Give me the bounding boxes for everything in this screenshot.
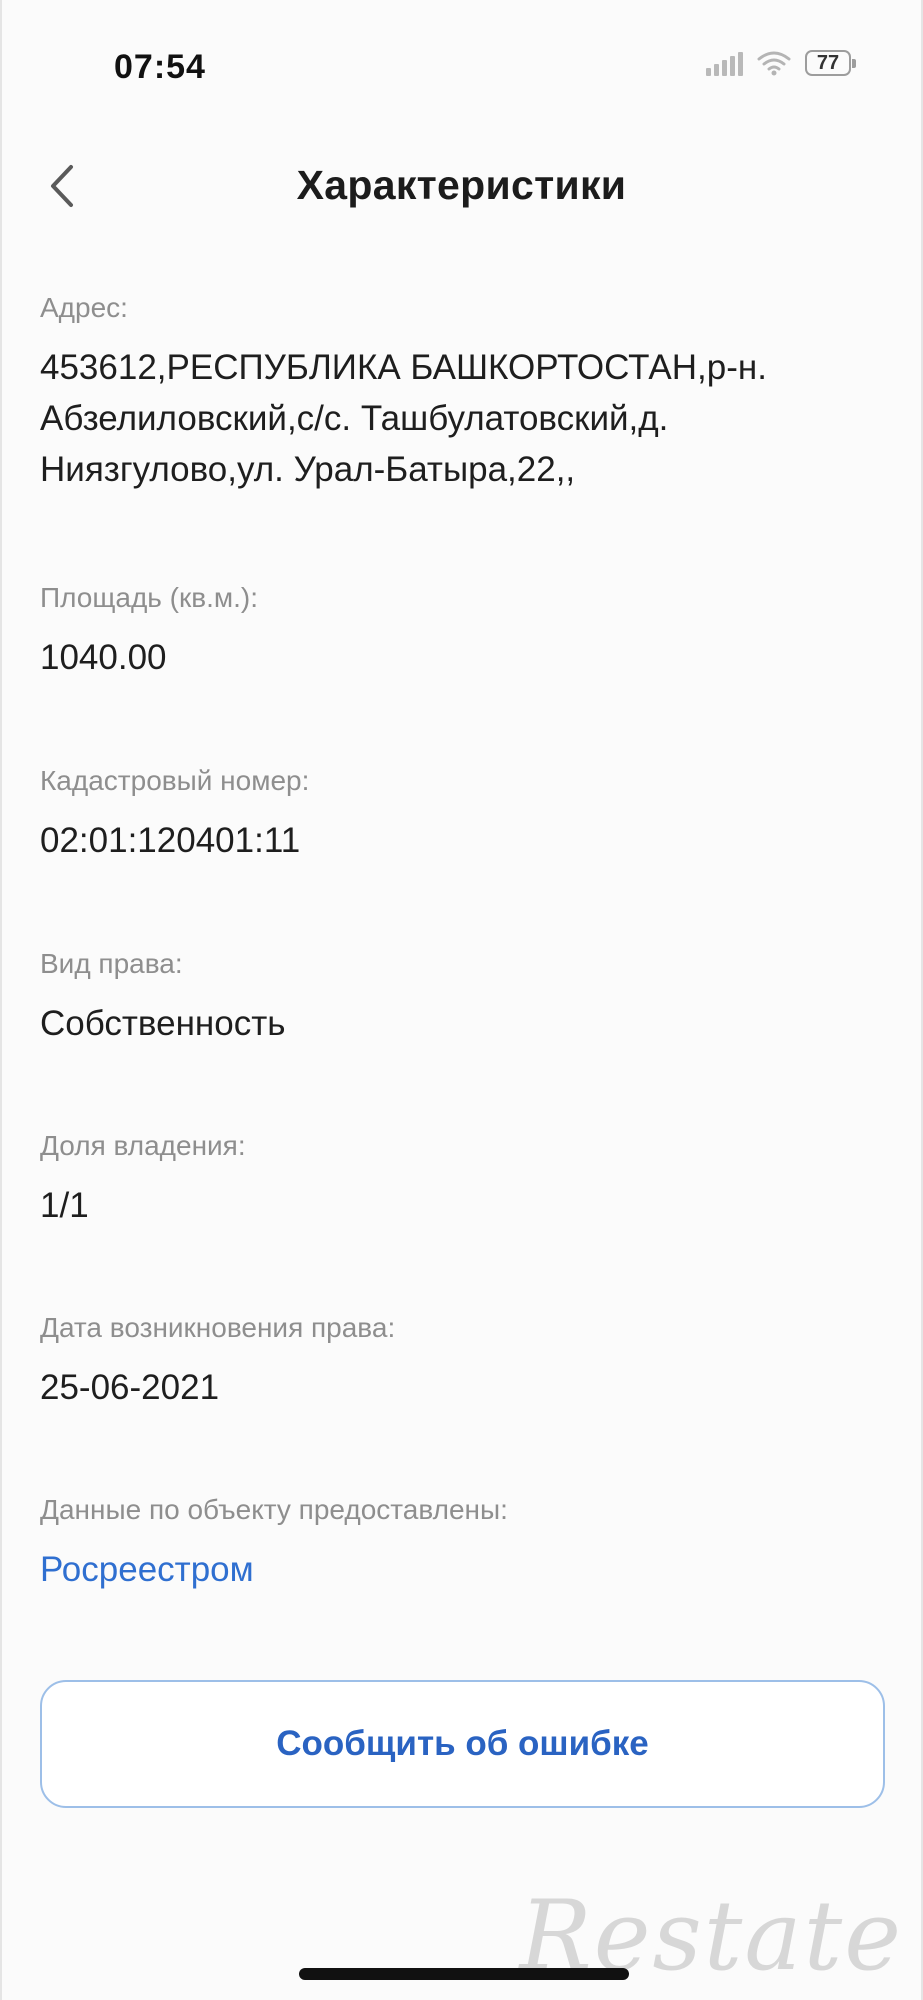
- field-label: Данные по объекту предоставлены:: [40, 1494, 508, 1525]
- battery-level: 77: [816, 51, 840, 74]
- field-label: Площадь (кв.м.):: [40, 582, 259, 613]
- field-label: Адрес:: [40, 292, 128, 323]
- field-address: Адрес: 453612,РЕСПУБЛИКА БАШКОРТОСТАН,р-…: [40, 290, 883, 495]
- address-value: 453612,РЕСПУБЛИКА БАШКОРТОСТАН,р-н. Абзе…: [40, 348, 767, 489]
- home-indicator[interactable]: [299, 1968, 629, 1980]
- report-error-button[interactable]: Сообщить об ошибке: [40, 1680, 885, 1808]
- field-label: Доля владения:: [40, 1130, 246, 1161]
- ownership-share-value: 1/1: [40, 1186, 89, 1225]
- field-label: Дата возникновения права:: [40, 1312, 396, 1343]
- header: Характеристики: [2, 150, 921, 230]
- field-ownership-share: Доля владения: 1/1: [40, 1128, 883, 1230]
- area-value: 1040.00: [40, 638, 167, 677]
- field-right-type: Вид права: Собственность: [40, 946, 883, 1048]
- field-cadastral-number: Кадастровый номер: 02:01:120401:11: [40, 763, 883, 865]
- status-icons: 77: [706, 50, 856, 76]
- data-source-link[interactable]: Росреестром: [40, 1546, 883, 1594]
- screen: 07:54 77 Характеристики Адрес: 453612,РЕ…: [0, 0, 923, 2000]
- field-right-date: Дата возникновения права: 25-06-2021: [40, 1310, 883, 1412]
- cadastral-number-value: 02:01:120401:11: [40, 821, 301, 860]
- page-title: Характеристики: [296, 162, 627, 208]
- status-time: 07:54: [114, 48, 206, 86]
- report-error-button-label: Сообщить об ошибке: [276, 1724, 649, 1763]
- field-area: Площадь (кв.м.): 1040.00: [40, 580, 883, 682]
- field-data-source: Данные по объекту предоставлены: Росреес…: [40, 1492, 883, 1594]
- battery-icon: 77: [805, 50, 856, 76]
- right-date-value: 25-06-2021: [40, 1368, 220, 1407]
- wifi-icon: [757, 50, 791, 76]
- field-label: Кадастровый номер:: [40, 765, 310, 796]
- status-bar: 07:54 77: [2, 38, 921, 98]
- signal-bars-icon: [706, 50, 743, 76]
- field-label: Вид права:: [40, 948, 183, 979]
- right-type-value: Собственность: [40, 1004, 286, 1043]
